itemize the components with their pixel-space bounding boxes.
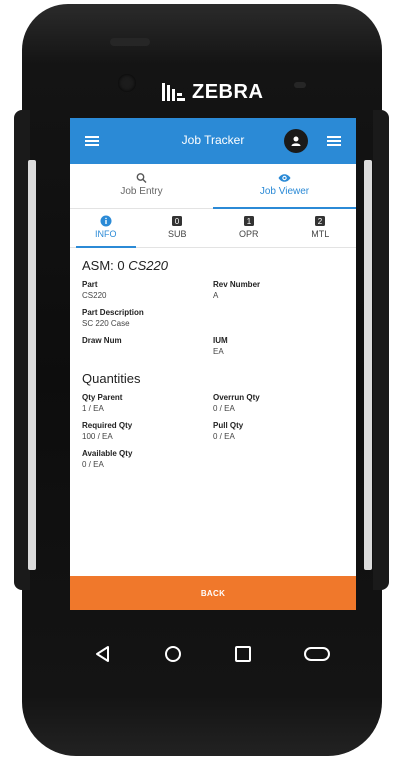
field-pull-qty: Pull Qty 0 / EA [213,420,344,442]
sub-tab-bar: INFO 0 SUB 1 OPR 2 MTL [70,209,356,248]
home-circle-icon[interactable] [162,643,184,665]
field-value: 1 / EA [82,404,104,413]
tab-mtl[interactable]: 2 MTL [285,209,357,247]
user-avatar-icon[interactable] [284,129,308,153]
svg-text:1: 1 [247,217,252,226]
device-rail-left [28,160,36,570]
field-label: IUM [213,336,228,345]
field-label: Part [82,280,98,289]
tab-sub-label: SUB [167,229,187,239]
field-available-qty: Available Qty 0 / EA [82,448,213,470]
part-fields: Part CS220 Rev Number A Part Description… [82,279,344,363]
badge-icon: 1 [243,216,254,226]
tab-mtl-label: MTL [311,229,330,239]
speaker-grille [110,38,150,46]
search-icon [136,173,147,183]
badge-icon: 2 [315,216,326,226]
svg-text:2: 2 [318,217,323,226]
proximity-sensor [294,82,306,88]
tab-job-entry-label: Job Entry [120,186,163,197]
eye-icon [278,174,291,182]
overflow-menu-icon[interactable] [324,131,344,151]
field-label: Available Qty [82,449,133,458]
quantities-heading: Quantities [82,371,141,386]
tab-info-label: INFO [95,229,117,239]
app-title: Job Tracker [181,133,245,147]
svg-text:0: 0 [175,217,180,226]
field-label: Draw Num [82,336,122,345]
tab-job-entry[interactable]: Job Entry [70,164,213,208]
field-overrun-qty: Overrun Qty 0 / EA [213,392,344,414]
field-required-qty: Required Qty 100 / EA [82,420,213,442]
field-value: EA [213,347,224,356]
device-side-right [373,110,389,590]
field-value [82,346,213,357]
field-value: A [213,291,219,300]
field-value: SC 220 Case [82,319,130,328]
tab-opr[interactable]: 1 OPR [213,209,285,247]
back-triangle-icon[interactable] [92,643,114,665]
system-nav-bar [92,640,332,668]
field-label: Pull Qty [213,421,244,430]
tab-sub[interactable]: 0 SUB [142,209,214,247]
brand-logo: ZEBRA [160,80,270,104]
tab-opr-label: OPR [238,229,259,239]
field-label: Qty Parent [82,393,123,402]
recents-square-icon[interactable] [232,643,254,665]
field-value: CS220 [82,291,107,300]
field-qty-parent: Qty Parent 1 / EA [82,392,213,414]
front-camera [118,74,136,92]
info-content: ASM: 0 CS220 Part CS220 Rev Number A Par… [70,248,356,476]
field-draw-num: Draw Num [82,335,213,357]
field-label: Part Description [82,308,144,317]
app-screen: Job Tracker Job Entry Job Viewer INFO 0 … [70,118,356,610]
back-button[interactable]: BACK [70,576,356,610]
field-value: 0 / EA [213,432,235,441]
field-value: 0 / EA [213,404,235,413]
zebra-head-icon [162,83,185,101]
tab-job-viewer[interactable]: Job Viewer [213,164,356,209]
badge-icon: 0 [172,216,183,226]
asm-prefix: ASM: 0 [82,258,125,273]
main-tab-bar: Job Entry Job Viewer [70,164,356,209]
quantity-fields: Qty Parent 1 / EA Overrun Qty 0 / EA Req… [82,392,344,476]
asm-heading: ASM: 0 CS220 [82,258,344,273]
field-rev-number: Rev Number A [213,279,344,301]
assistant-pill-icon[interactable] [302,643,332,665]
field-value: 0 / EA [82,460,104,469]
field-ium: IUM EA [213,335,344,357]
field-label: Overrun Qty [213,393,260,402]
field-label: Required Qty [82,421,133,430]
field-part: Part CS220 [82,279,213,301]
tab-job-viewer-label: Job Viewer [259,186,310,197]
info-icon [100,215,112,227]
device-rail-right [364,160,372,570]
field-part-description: Part Description SC 220 Case [82,307,344,329]
tab-info[interactable]: INFO [70,209,142,248]
app-bar: Job Tracker [70,118,356,164]
field-value: 100 / EA [82,432,113,441]
asm-name: CS220 [128,258,168,273]
brand-name: ZEBRA [192,80,264,103]
field-label: Rev Number [213,280,261,289]
